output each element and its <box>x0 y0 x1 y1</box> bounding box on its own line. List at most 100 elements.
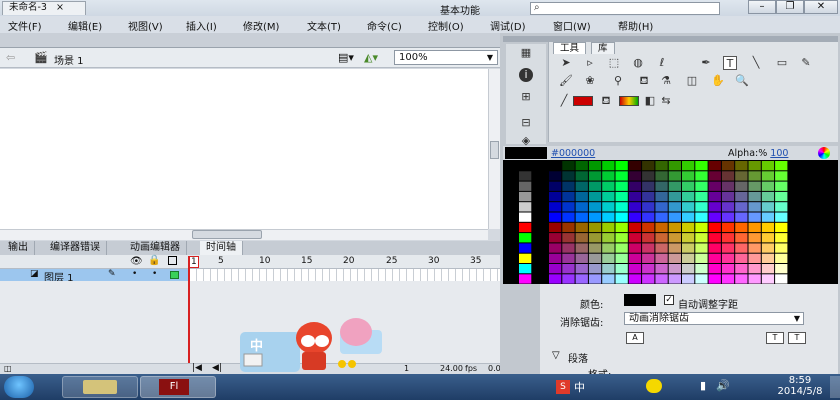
deco-tool-icon[interactable]: ❀ <box>583 74 597 88</box>
vertical-scroll-thumb[interactable] <box>490 141 499 159</box>
rectangle-tool-icon[interactable]: ▭ <box>775 56 789 70</box>
swatch-cell[interactable] <box>628 161 642 171</box>
swatch-cell[interactable] <box>519 264 532 274</box>
swatch-cell[interactable] <box>708 161 721 171</box>
swatch-cell[interactable] <box>682 202 695 212</box>
swatch-cell[interactable] <box>519 222 532 233</box>
visible-dot[interactable]: • <box>132 269 137 279</box>
swatch-cell[interactable] <box>668 161 681 171</box>
zoom-tool-icon[interactable]: 🔍 <box>735 74 749 88</box>
layer-row[interactable]: ◪ 图层 1 ✎ • • <box>0 269 190 284</box>
vertical-scrollbar[interactable] <box>488 69 500 229</box>
hand-tool-icon[interactable]: ✋ <box>711 74 725 88</box>
swatch-cell[interactable] <box>615 222 628 233</box>
swatch-cell[interactable] <box>642 161 655 171</box>
swatch-cell[interactable] <box>602 264 615 274</box>
swatch-cell[interactable] <box>575 212 588 222</box>
swatch-cell[interactable] <box>761 222 775 233</box>
swatch-cell[interactable] <box>602 191 615 202</box>
swatch-cell[interactable] <box>775 264 788 274</box>
zoom-select[interactable]: 100% ▼ <box>394 50 498 65</box>
swatch-cell[interactable] <box>682 222 695 233</box>
swatch-cell[interactable] <box>655 171 668 181</box>
swatch-cell[interactable] <box>642 233 655 243</box>
swatch-cell[interactable] <box>775 253 788 263</box>
swatch-cell[interactable] <box>721 222 735 233</box>
menu-debug[interactable]: 调试(D) <box>490 18 526 33</box>
swatch-cell[interactable] <box>735 243 748 253</box>
swatch-cell[interactable] <box>775 243 788 253</box>
swatch-cell[interactable] <box>708 274 721 284</box>
swatch-cell[interactable] <box>642 222 655 233</box>
eyedropper-icon[interactable]: ⚗ <box>659 74 673 88</box>
ime-s-icon[interactable]: S <box>556 380 570 394</box>
fill-color-swatch[interactable] <box>573 96 593 106</box>
swatch-cell[interactable] <box>668 212 681 222</box>
swatch-cell[interactable] <box>575 161 588 171</box>
swatch-cell[interactable] <box>519 253 532 263</box>
swatch-cell[interactable] <box>748 222 761 233</box>
tab-tools[interactable]: 工具 <box>553 42 587 54</box>
swatch-cell[interactable] <box>628 202 642 212</box>
swatch-cell[interactable] <box>748 253 761 263</box>
swatch-cell[interactable] <box>655 264 668 274</box>
paragraph-section[interactable]: 段落 <box>568 350 588 365</box>
swatch-cell[interactable] <box>549 264 562 274</box>
tab-library[interactable]: 库 <box>591 42 615 54</box>
swatch-cell[interactable] <box>735 222 748 233</box>
swatch-cell[interactable] <box>761 274 775 284</box>
swatch-cell[interactable] <box>519 191 532 202</box>
swatch-cell[interactable] <box>708 233 721 243</box>
tray-app-icon[interactable] <box>646 379 662 393</box>
alpha-value[interactable]: 100 <box>770 148 788 159</box>
swatch-cell[interactable] <box>668 191 681 202</box>
swatch-cell[interactable] <box>628 253 642 263</box>
swatch-cell[interactable] <box>588 274 602 284</box>
swatch-cell[interactable] <box>588 253 602 263</box>
bone-tool-icon[interactable]: ⚲ <box>611 74 625 88</box>
swatch-cell[interactable] <box>748 212 761 222</box>
edit-scene-icon[interactable]: ▤▾ <box>338 51 354 64</box>
swatch-cell[interactable] <box>761 253 775 263</box>
swatch-cell[interactable] <box>628 233 642 243</box>
swatch-cell[interactable] <box>575 274 588 284</box>
swatch-cell[interactable] <box>588 191 602 202</box>
black-white-icon[interactable]: ◧ <box>643 94 657 108</box>
outline-icon[interactable] <box>168 256 177 265</box>
swatch-cell[interactable] <box>642 264 655 274</box>
swatch-cell[interactable] <box>695 233 708 243</box>
swatch-cell[interactable] <box>549 191 562 202</box>
start-button[interactable] <box>4 376 34 398</box>
stage-canvas[interactable] <box>0 69 488 229</box>
swatch-cell[interactable] <box>615 243 628 253</box>
swatch-cell[interactable] <box>748 191 761 202</box>
swatch-cell[interactable] <box>588 181 602 191</box>
swatch-cell[interactable] <box>668 264 681 274</box>
brush-tool-icon[interactable]: 🖌 <box>559 74 573 88</box>
swatch-cell[interactable] <box>761 171 775 181</box>
volume-icon[interactable]: 🔊 <box>716 379 730 392</box>
help-search-input[interactable]: ⌕ <box>530 2 720 15</box>
tab-timeline[interactable]: 时间轴 <box>200 241 243 255</box>
eraser-icon[interactable]: ◫ <box>685 74 699 88</box>
swatch-cell[interactable] <box>695 212 708 222</box>
swatch-cell[interactable] <box>761 264 775 274</box>
swatch-cell[interactable] <box>549 212 562 222</box>
swatch-cell[interactable] <box>735 233 748 243</box>
menu-commands[interactable]: 命令(C) <box>367 18 402 33</box>
swatch-cell[interactable] <box>721 181 735 191</box>
prev-frame-button[interactable]: ◀| <box>212 363 222 373</box>
superscript-button[interactable]: T <box>766 332 784 344</box>
text-color-swatch[interactable] <box>624 294 656 306</box>
swatch-cell[interactable] <box>628 274 642 284</box>
swatch-cell[interactable] <box>615 191 628 202</box>
swatch-cell[interactable] <box>682 233 695 243</box>
swatch-cell[interactable] <box>708 264 721 274</box>
swatch-cell[interactable] <box>615 181 628 191</box>
frame-cells[interactable] <box>190 269 500 281</box>
swatch-cell[interactable] <box>562 264 575 274</box>
swatch-cell[interactable] <box>602 171 615 181</box>
swatch-cell[interactable] <box>549 274 562 284</box>
swatch-cell[interactable] <box>708 243 721 253</box>
line-tool-icon[interactable]: ╲ <box>749 56 763 70</box>
